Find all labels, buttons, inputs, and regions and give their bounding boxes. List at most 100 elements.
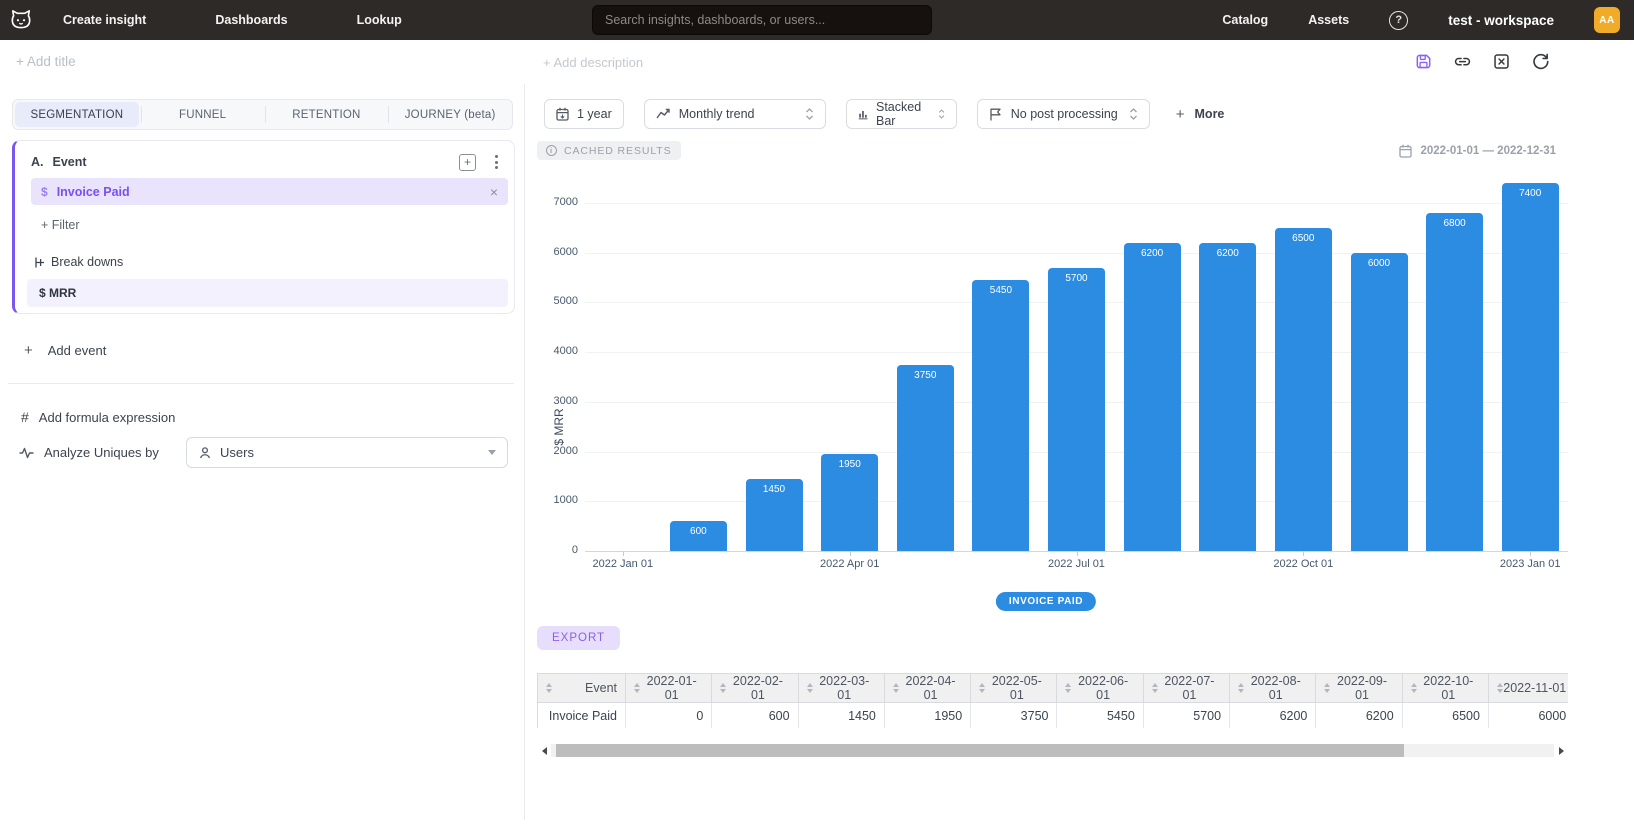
- bar-2022-06-01[interactable]: 5450: [972, 280, 1029, 551]
- column-header-2022-07-01[interactable]: 2022-07-01: [1143, 674, 1229, 703]
- bar-2022-03-01[interactable]: 1450: [746, 479, 803, 551]
- bar-2022-10-01[interactable]: 6500: [1275, 228, 1332, 551]
- scrollbar-track[interactable]: [551, 744, 1554, 757]
- workspace-name[interactable]: test - workspace: [1448, 13, 1554, 28]
- avatar[interactable]: AA: [1594, 7, 1620, 33]
- selected-event-row[interactable]: $ Invoice Paid ×: [31, 178, 508, 205]
- x-tick-mark: [1530, 551, 1531, 556]
- save-icon[interactable]: [1414, 52, 1433, 71]
- value-cell-2022-07-01: 5700: [1143, 703, 1229, 729]
- tab-funnel[interactable]: FUNNEL: [141, 100, 265, 129]
- divider: [8, 383, 514, 384]
- help-icon[interactable]: ?: [1389, 11, 1408, 30]
- column-header-2022-10-01[interactable]: 2022-10-01: [1402, 674, 1488, 703]
- hash-icon: #: [21, 409, 29, 425]
- column-header-2022-06-01[interactable]: 2022-06-01: [1057, 674, 1143, 703]
- column-label: 2022-10-01: [1417, 674, 1480, 702]
- breakdown-icon: [35, 256, 46, 269]
- value-cell-2022-06-01: 5450: [1057, 703, 1143, 729]
- value-cell-2022-08-01: 6200: [1230, 703, 1316, 729]
- clear-box-icon[interactable]: [1492, 52, 1511, 71]
- x-tick-label: 2022 Jul 01: [1017, 558, 1137, 570]
- column-header-2022-05-01[interactable]: 2022-05-01: [971, 674, 1057, 703]
- app-logo-cat-icon[interactable]: [8, 7, 34, 33]
- table-horizontal-scrollbar[interactable]: [537, 744, 1568, 757]
- chart-type-select[interactable]: Stacked Bar: [846, 99, 957, 129]
- bar-2022-04-01[interactable]: 1950: [821, 454, 878, 551]
- results-table: Event 2022-01-01 2022-02-01 2022-03-01 2022-…: [537, 673, 1568, 728]
- sort-icon[interactable]: [1497, 683, 1503, 693]
- column-header-2022-01-01[interactable]: 2022-01-01: [626, 674, 712, 703]
- column-label: 2022-03-01: [813, 674, 876, 702]
- flag-icon: [989, 108, 1003, 121]
- scrollbar-thumb[interactable]: [556, 744, 1404, 757]
- search-input[interactable]: [592, 5, 932, 35]
- add-title-button[interactable]: + Add title: [16, 54, 76, 69]
- aggregation-row[interactable]: $ MRR: [27, 279, 508, 307]
- copy-link-icon[interactable]: [1453, 52, 1472, 71]
- column-header-2022-02-01[interactable]: 2022-02-01: [712, 674, 798, 703]
- bar-2022-08-01[interactable]: 6200: [1124, 243, 1181, 551]
- nav-dashboards[interactable]: Dashboards: [215, 13, 287, 27]
- bar-2022-09-01[interactable]: 6200: [1199, 243, 1256, 551]
- gridline: [585, 203, 1568, 204]
- header-actions: [1414, 52, 1550, 71]
- add-filter-button[interactable]: + Filter: [41, 218, 80, 232]
- bar-2022-05-01[interactable]: 3750: [897, 365, 954, 551]
- y-tick-label: 7000: [525, 196, 578, 208]
- column-header-2022-03-01[interactable]: 2022-03-01: [798, 674, 884, 703]
- column-header-2022-09-01[interactable]: 2022-09-01: [1316, 674, 1402, 703]
- event-name-cell: Invoice Paid: [538, 703, 626, 729]
- calendar-icon: [556, 107, 569, 121]
- select-chevrons-icon: [938, 108, 945, 120]
- pulse-icon: [19, 446, 34, 460]
- more-options-button[interactable]: + More: [1170, 106, 1225, 123]
- breakdowns-button[interactable]: Break downs: [35, 255, 123, 269]
- event-group-index: A.: [31, 155, 44, 169]
- sort-icon[interactable]: [546, 683, 552, 693]
- bar-2022-11-01[interactable]: 6000: [1351, 253, 1408, 551]
- scroll-right-arrow[interactable]: [1554, 744, 1568, 757]
- add-event-button[interactable]: + Add event: [24, 342, 106, 359]
- column-header-2022-04-01[interactable]: 2022-04-01: [884, 674, 970, 703]
- nav-create-insight[interactable]: Create insight: [63, 13, 146, 27]
- bar-value-label: 1950: [821, 459, 878, 470]
- column-label: 2022-11-01: [1503, 681, 1566, 695]
- column-header-event[interactable]: Event: [538, 674, 626, 703]
- plus-icon: +: [24, 342, 33, 359]
- scroll-left-arrow[interactable]: [537, 744, 551, 757]
- nav-assets[interactable]: Assets: [1308, 13, 1349, 27]
- event-menu-icon[interactable]: [493, 153, 500, 171]
- time-range-button[interactable]: 1 year: [544, 99, 624, 129]
- x-tick-label: 2022 Jan 01: [563, 558, 683, 570]
- column-label: 2022-01-01: [640, 674, 703, 702]
- nav-lookup[interactable]: Lookup: [357, 13, 402, 27]
- bar-value-label: 1450: [746, 484, 803, 495]
- duplicate-event-icon[interactable]: +: [459, 154, 476, 171]
- value-cell-2022-02-01: 600: [712, 703, 798, 729]
- tab-segmentation[interactable]: SEGMENTATION: [15, 102, 139, 127]
- bar-2022-02-01[interactable]: 600: [670, 521, 727, 551]
- column-header-2022-11-01[interactable]: 2022-11-01: [1488, 674, 1568, 703]
- aggregation-label: $ MRR: [39, 286, 76, 300]
- remove-event-icon[interactable]: ×: [490, 185, 498, 199]
- bar-2022-07-01[interactable]: 5700: [1048, 268, 1105, 551]
- post-processing-select[interactable]: No post processing: [977, 99, 1150, 129]
- y-tick-label: 3000: [525, 395, 578, 407]
- add-formula-button[interactable]: # Add formula expression: [21, 409, 175, 425]
- tab-journey[interactable]: JOURNEY (beta): [388, 100, 512, 129]
- analyze-by-select[interactable]: Users: [186, 437, 508, 468]
- add-description-button[interactable]: + Add description: [543, 55, 643, 70]
- x-tick-mark: [623, 551, 624, 556]
- export-button[interactable]: EXPORT: [537, 626, 620, 650]
- bar-value-label: 6800: [1426, 218, 1483, 229]
- nav-catalog[interactable]: Catalog: [1222, 13, 1268, 27]
- legend-invoice-paid[interactable]: INVOICE PAID: [996, 592, 1096, 611]
- selected-event-name: Invoice Paid: [57, 185, 130, 199]
- tab-retention[interactable]: RETENTION: [265, 100, 389, 129]
- refresh-icon[interactable]: [1531, 52, 1550, 71]
- trend-select[interactable]: Monthly trend: [644, 99, 826, 129]
- column-header-2022-08-01[interactable]: 2022-08-01: [1230, 674, 1316, 703]
- bar-2023-01-01[interactable]: 7400: [1502, 183, 1559, 551]
- bar-2022-12-01[interactable]: 6800: [1426, 213, 1483, 551]
